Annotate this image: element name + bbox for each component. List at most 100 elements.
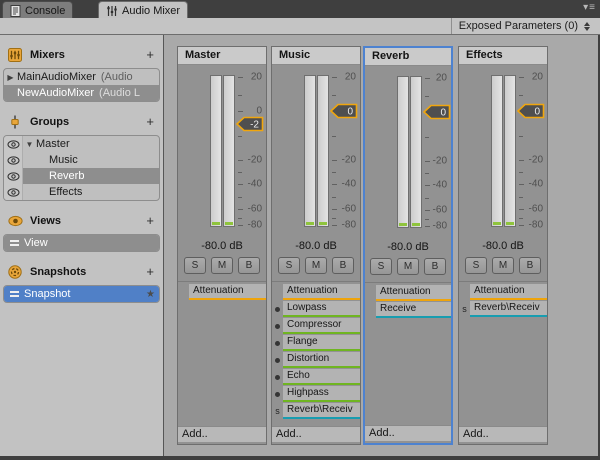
groups-list: ▼ Master Music Reverb Effects [3, 135, 160, 201]
foldout-triangle-icon[interactable]: ▶ [4, 73, 17, 82]
scale-tick-minor [519, 135, 523, 137]
wet-mix-dot-icon[interactable] [272, 369, 283, 385]
mute-button[interactable]: M [305, 257, 327, 274]
foldout-triangle-icon[interactable]: ▼ [23, 140, 36, 149]
volume-fader-handle[interactable]: -2 [235, 116, 264, 132]
visibility-eye-icon[interactable] [4, 168, 23, 184]
list-item-master[interactable]: ▼ Master [4, 136, 159, 152]
effect-slot-attenuation[interactable]: Attenuation [376, 285, 451, 301]
meter-level-green [306, 222, 314, 225]
bypass-button[interactable]: B [332, 257, 354, 274]
strip-title[interactable]: Master [178, 47, 266, 65]
effect-slot-reverb-receiv[interactable]: Reverb\Receiv [470, 301, 547, 317]
effect-gutter [459, 284, 470, 300]
wet-mix-dot-icon[interactable] [272, 335, 283, 351]
solo-button[interactable]: S [370, 258, 392, 275]
list-item-newaudiomixer[interactable]: NewAudioMixer (Audio L [4, 85, 159, 101]
list-item-snapshot[interactable]: Snapshot ★ [4, 286, 159, 302]
effect-slot-lowpass[interactable]: Lowpass [283, 301, 360, 317]
meter-level-green [212, 222, 220, 225]
wet-mix-dot-icon[interactable] [272, 318, 283, 334]
effect-slot-compressor[interactable]: Compressor [283, 318, 360, 334]
add-snapshots-button[interactable]: + [143, 265, 157, 278]
scale-tick-major [332, 184, 337, 186]
bypass-button[interactable]: B [519, 257, 541, 274]
scale-tick-major [519, 160, 524, 162]
solo-button[interactable]: S [184, 257, 206, 274]
effect-slot-attenuation[interactable]: Attenuation [189, 284, 266, 300]
effect-row: Attenuation [178, 284, 266, 300]
item-label: Snapshot [24, 288, 71, 300]
wet-mix-dot-icon[interactable] [272, 301, 283, 317]
add-effect-button[interactable]: Add.. [459, 426, 547, 442]
add-effect-button[interactable]: Add.. [272, 426, 360, 442]
mute-button[interactable]: M [397, 258, 419, 275]
list-item-mainaudiomixer[interactable]: ▶ MainAudioMixer (Audio [4, 69, 159, 85]
list-item-music[interactable]: Music [4, 152, 159, 168]
visibility-eye-icon[interactable] [4, 184, 23, 200]
effect-slot-echo[interactable]: Echo [283, 369, 360, 385]
add-groups-button[interactable]: + [143, 115, 157, 128]
scale-tick-minor [238, 196, 242, 198]
bypass-button[interactable]: B [238, 257, 260, 274]
exposed-parameters-dropdown[interactable]: Exposed Parameters (0) [450, 18, 597, 34]
solo-button[interactable]: S [465, 257, 487, 274]
solo-button[interactable]: S [278, 257, 300, 274]
effect-slot-highpass[interactable]: Highpass [283, 386, 360, 402]
item-label: Reverb [49, 170, 85, 182]
scale-tick-minor [238, 94, 242, 96]
volume-fader-handle[interactable]: 0 [516, 103, 545, 119]
effect-row: Highpass [272, 386, 360, 402]
mute-button[interactable]: M [492, 257, 514, 274]
visibility-eye-icon[interactable] [4, 152, 23, 168]
meter-level-green [225, 222, 233, 225]
effect-slot-distortion[interactable]: Distortion [283, 352, 360, 368]
volume-fader-handle[interactable]: 0 [422, 104, 451, 120]
send-indicator[interactable]: s [272, 403, 283, 419]
add-effect-button[interactable]: Add.. [178, 426, 266, 442]
db-readout: -80.0 dB [387, 241, 429, 253]
channel-strip-effects[interactable]: Effects200-20-40-60-800-80.0 dBSMBAttenu… [458, 46, 548, 445]
scale-tick-minor [332, 217, 336, 219]
channel-strip-reverb[interactable]: Reverb200-20-40-60-800-80.0 dBSMBAttenua… [363, 46, 453, 445]
tab-console[interactable]: Console [2, 1, 74, 19]
visibility-eye-icon[interactable] [4, 136, 23, 152]
channel-strip-master[interactable]: Master 20 0 -20 -40 -60 -80 -2 -80.0 dB S M B Attenu… [177, 46, 267, 445]
tab-label: Console [25, 4, 66, 17]
wet-mix-dot-icon[interactable] [272, 352, 283, 368]
add-effect-button[interactable]: Add.. [365, 425, 451, 441]
list-item-effects[interactable]: Effects [4, 184, 159, 200]
favorite-star-icon[interactable]: ★ [146, 289, 155, 300]
wet-mix-dot-icon[interactable] [272, 386, 283, 402]
add-mixers-button[interactable]: + [143, 48, 157, 61]
list-item-reverb[interactable]: Reverb [4, 168, 159, 184]
pane-menu-icon[interactable]: ▾≡ [583, 2, 596, 13]
effect-slot-attenuation[interactable]: Attenuation [470, 284, 547, 300]
strip-title[interactable]: Reverb [365, 48, 451, 66]
reorder-handle-icon[interactable] [10, 291, 19, 297]
channel-strip-music[interactable]: Music200-20-40-60-800-80.0 dBSMBAttenuat… [271, 46, 361, 445]
meter-bar-left [210, 75, 222, 227]
effects-list: Attenuation Receive Add.. [365, 282, 451, 443]
effect-row: s Reverb\Receiv [459, 301, 547, 317]
scale-label: -80 [432, 220, 447, 232]
send-indicator[interactable]: s [459, 301, 470, 317]
add-views-button[interactable]: + [143, 214, 157, 227]
bypass-button[interactable]: B [424, 258, 446, 275]
toolbar: Exposed Parameters (0) [0, 18, 600, 35]
mute-button[interactable]: M [211, 257, 233, 274]
strip-title[interactable]: Effects [459, 47, 547, 65]
tab-audio-mixer[interactable]: Audio Mixer [98, 1, 189, 19]
effect-slot-flange[interactable]: Flange [283, 335, 360, 351]
scale-tick-major [332, 160, 337, 162]
effect-slot-receive[interactable]: Receive [376, 302, 451, 318]
reorder-handle-icon[interactable] [10, 240, 19, 246]
console-icon [10, 4, 21, 17]
effect-slot-attenuation[interactable]: Attenuation [283, 284, 360, 300]
list-item-view[interactable]: View [4, 235, 159, 251]
volume-fader-handle[interactable]: 0 [329, 103, 358, 119]
meter-level-green [412, 223, 420, 226]
effect-slot-reverb-receiv[interactable]: Reverb\Receiv [283, 403, 360, 419]
scale-label: -40 [432, 179, 447, 191]
strip-title[interactable]: Music [272, 47, 360, 65]
